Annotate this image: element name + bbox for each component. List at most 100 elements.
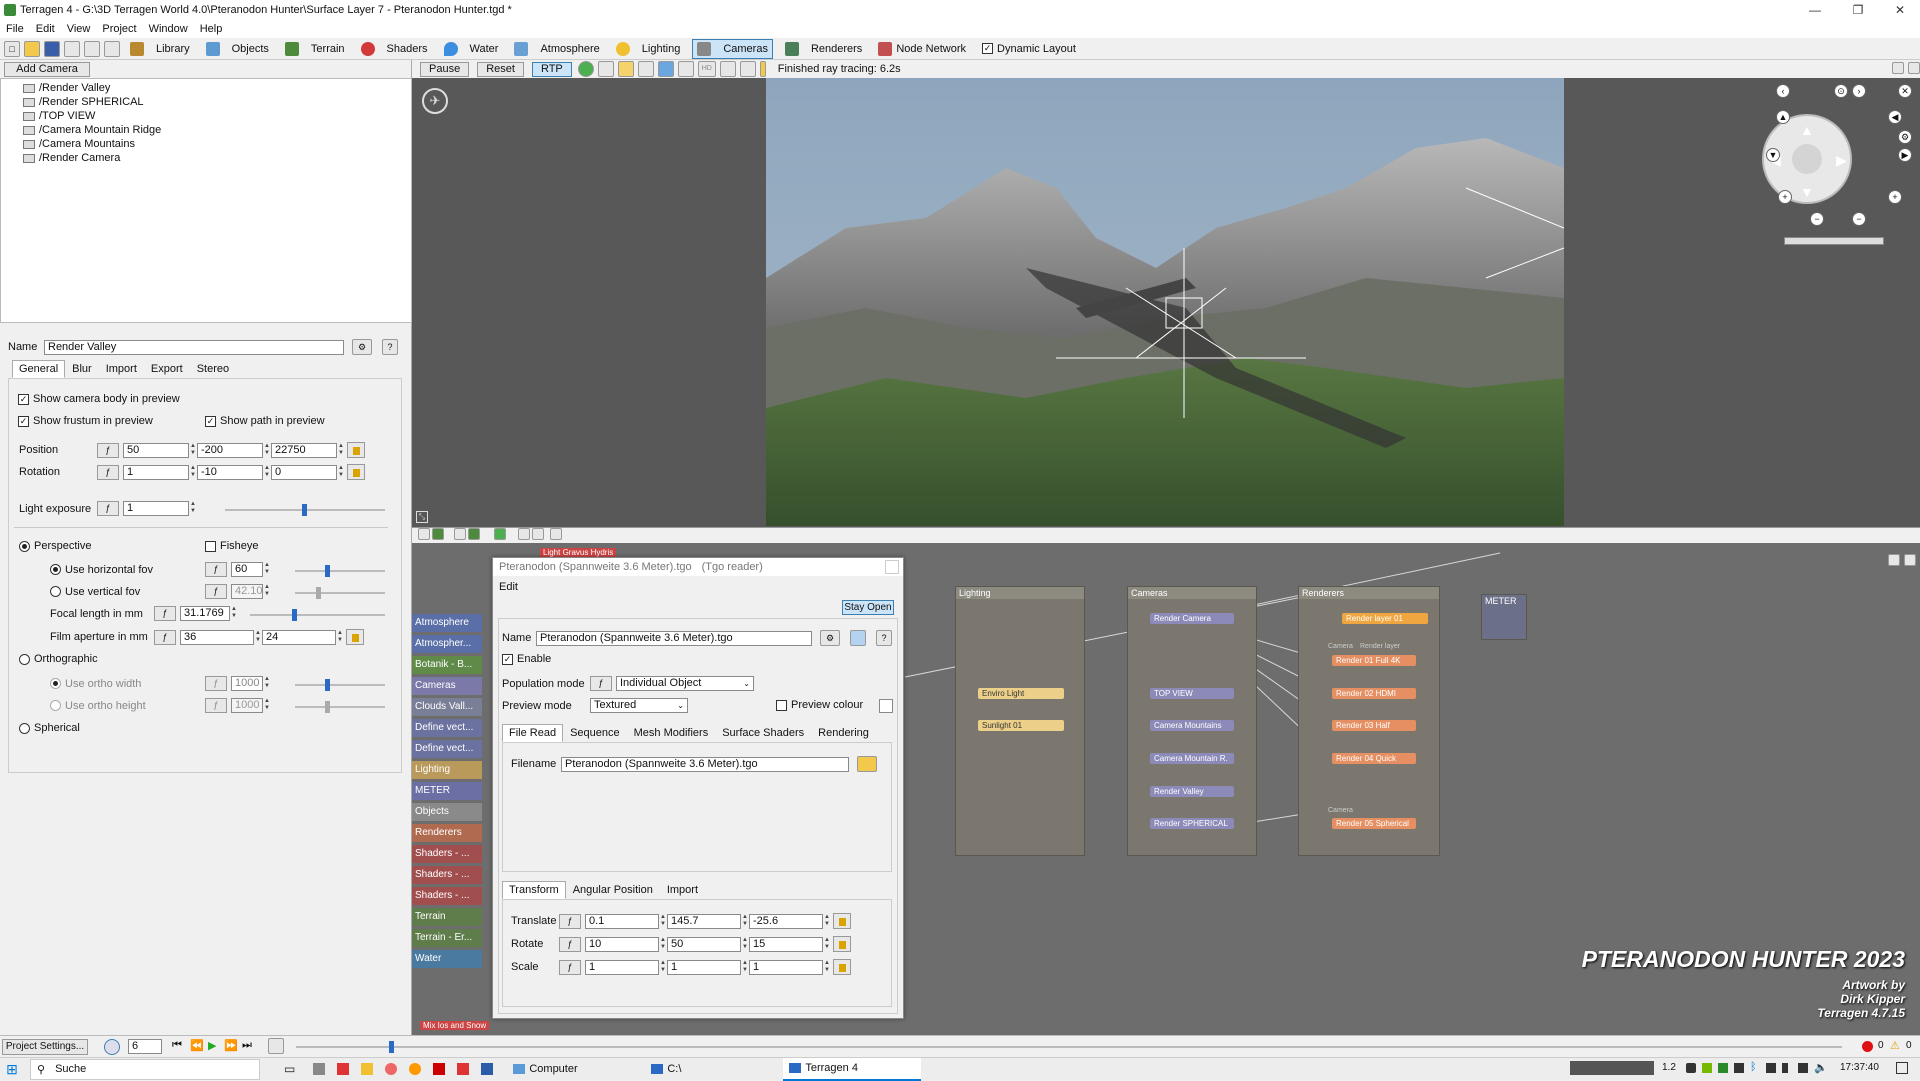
function-icon[interactable]: ƒ — [559, 959, 581, 975]
slider-knob[interactable] — [301, 504, 307, 516]
taskbar-app-icon[interactable] — [481, 1063, 494, 1075]
node-render-valley[interactable]: Render Valley — [1150, 786, 1234, 797]
volume-icon[interactable]: 🔈 — [1814, 1061, 1828, 1074]
open-folder-icon[interactable] — [857, 756, 877, 772]
settings-icon[interactable] — [104, 40, 120, 57]
rotate-right-icon[interactable]: › — [1852, 84, 1866, 98]
tab-sequence[interactable]: Sequence — [563, 724, 627, 742]
dialog-edit-menu[interactable]: Edit — [493, 576, 903, 598]
menu-project[interactable]: Project — [96, 23, 142, 35]
perspective-radio[interactable] — [19, 540, 30, 552]
show-body-row[interactable]: ✓ Show camera body in preview — [18, 393, 180, 405]
node-render-05[interactable]: Render 05 Spherical — [1332, 818, 1416, 829]
toolbar-terrain[interactable]: Terrain — [281, 39, 349, 59]
rotation-y-field[interactable]: -10 — [197, 464, 263, 480]
node-category-item[interactable]: Shaders - ... — [412, 887, 482, 905]
translate-x-spinner[interactable]: ▲ ▼ — [659, 914, 667, 929]
tray-nvidia-icon[interactable] — [1702, 1063, 1712, 1073]
focal-length-spinner[interactable]: ▲ ▼ — [230, 606, 238, 621]
rotation-z-spinner[interactable]: ▲ ▼ — [337, 465, 345, 480]
toolbar-objects[interactable]: Objects — [202, 39, 273, 59]
node-category-item[interactable]: Cameras — [412, 677, 482, 695]
translate-z-field[interactable]: -25.6 — [749, 913, 823, 929]
taskbar-computer[interactable]: Computer — [507, 1063, 645, 1075]
translate-z-spinner[interactable]: ▲ ▼ — [823, 914, 831, 929]
camera-item-render-spherical[interactable]: /Render SPHERICAL — [1, 95, 411, 109]
tab-surface-shaders[interactable]: Surface Shaders — [715, 724, 811, 742]
timeline-knob[interactable] — [388, 1041, 394, 1053]
render-icon[interactable] — [84, 40, 100, 57]
add-camera-button[interactable]: Add Camera — [4, 62, 90, 77]
ortho-width-radio[interactable] — [50, 678, 61, 689]
node-category-item[interactable]: Terrain - Er... — [412, 929, 482, 947]
taskbar-app-icon[interactable] — [409, 1063, 422, 1075]
node-category-item[interactable]: Botanik - B... — [412, 656, 482, 674]
position-lock-icon[interactable] — [347, 442, 365, 458]
node-render-01[interactable]: Render 01 Full 4K — [1332, 655, 1416, 666]
scale-x-field[interactable]: 1 — [585, 959, 659, 975]
spherical-radio[interactable] — [19, 722, 30, 734]
tab-angular-position[interactable]: Angular Position — [566, 881, 660, 899]
rotate-y-spinner[interactable]: ▲ ▼ — [741, 937, 749, 952]
tab-blur[interactable]: Blur — [65, 360, 99, 378]
tray-app-icon[interactable] — [1766, 1063, 1776, 1073]
sun-icon[interactable] — [617, 61, 634, 77]
film-aperture-h-field[interactable]: 24 — [262, 629, 336, 645]
h-fov-field[interactable]: 60 — [231, 562, 263, 577]
menu-window[interactable]: Window — [143, 23, 194, 35]
object-name-field[interactable]: Pteranodon (Spannweite 3.6 Meter).tgo — [536, 630, 812, 646]
clock-icon[interactable] — [104, 1039, 120, 1055]
v-fov-slider[interactable] — [295, 587, 385, 599]
ortho-width-field[interactable]: 1000 — [231, 676, 263, 691]
function-icon[interactable]: ƒ — [559, 913, 581, 929]
water-preview-icon[interactable] — [657, 61, 674, 77]
orbit-icon[interactable]: ⊙ — [1834, 84, 1848, 98]
position-y-field[interactable]: -200 — [197, 442, 263, 458]
position-x-spinner[interactable]: ▲ ▼ — [189, 443, 197, 458]
menu-view[interactable]: View — [61, 23, 97, 35]
close-button[interactable]: ✕ — [1880, 0, 1920, 20]
stay-open-button[interactable]: Stay Open — [842, 600, 894, 615]
preview-colour-swatch[interactable] — [879, 699, 893, 713]
info-icon[interactable] — [850, 630, 866, 646]
rotation-x-field[interactable]: 1 — [123, 464, 189, 480]
node-sunlight[interactable]: Sunlight 01 — [978, 720, 1064, 731]
v-fov-radio[interactable] — [50, 586, 61, 597]
preview-mode-select[interactable]: Textured ⌄ — [590, 698, 688, 713]
ortho-height-field[interactable]: 1000 — [231, 698, 263, 713]
rotate-x-spinner[interactable]: ▲ ▼ — [659, 937, 667, 952]
pencil-icon[interactable] — [759, 61, 766, 77]
tray-shield-icon[interactable] — [1686, 1063, 1696, 1073]
terrain-view-icon[interactable] — [432, 528, 444, 540]
up-arrow-icon[interactable]: ▲ — [1800, 122, 1814, 138]
tilt-up-icon[interactable]: ▲ — [1776, 110, 1790, 124]
position-z-spinner[interactable]: ▲ ▼ — [337, 443, 345, 458]
node-camera-mountain-ridge[interactable]: Camera Mountain R. — [1150, 753, 1234, 764]
expand-icon[interactable]: ⤡ — [416, 511, 428, 523]
zoom-in-alt-icon[interactable]: + — [1888, 190, 1902, 204]
function-icon[interactable]: ƒ — [154, 606, 176, 621]
perspective-row[interactable]: Perspective — [19, 540, 91, 552]
tab-import[interactable]: Import — [99, 360, 144, 378]
toolbar-atmosphere[interactable]: Atmosphere — [510, 39, 603, 59]
tray-app-icon[interactable] — [1734, 1063, 1744, 1073]
focal-length-slider[interactable] — [250, 609, 385, 621]
right-arrow-icon[interactable]: ▶ — [1836, 152, 1847, 169]
play-icon[interactable]: ▶ — [208, 1039, 216, 1052]
eye-icon[interactable] — [518, 528, 530, 540]
node-render-02[interactable]: Render 02 HDMI — [1332, 688, 1416, 699]
position-z-field[interactable]: 22750 — [271, 442, 337, 458]
save-icon[interactable] — [44, 40, 60, 57]
slider-knob[interactable] — [324, 701, 330, 713]
rotate-left-icon[interactable]: ‹ — [1776, 84, 1790, 98]
node-category-item[interactable]: Atmospher... — [412, 635, 482, 653]
tab-stereo[interactable]: Stereo — [190, 360, 236, 378]
show-path-checkbox[interactable]: ✓ — [205, 415, 216, 427]
notification-icon[interactable] — [1896, 1062, 1908, 1074]
frame-icon[interactable] — [532, 528, 544, 540]
orthographic-row[interactable]: Orthographic — [19, 653, 98, 665]
translate-y-field[interactable]: 145.7 — [667, 913, 741, 929]
rotation-z-field[interactable]: 0 — [271, 464, 337, 480]
show-body-checkbox[interactable]: ✓ — [18, 393, 29, 405]
tray-app-icon[interactable] — [1798, 1063, 1808, 1073]
